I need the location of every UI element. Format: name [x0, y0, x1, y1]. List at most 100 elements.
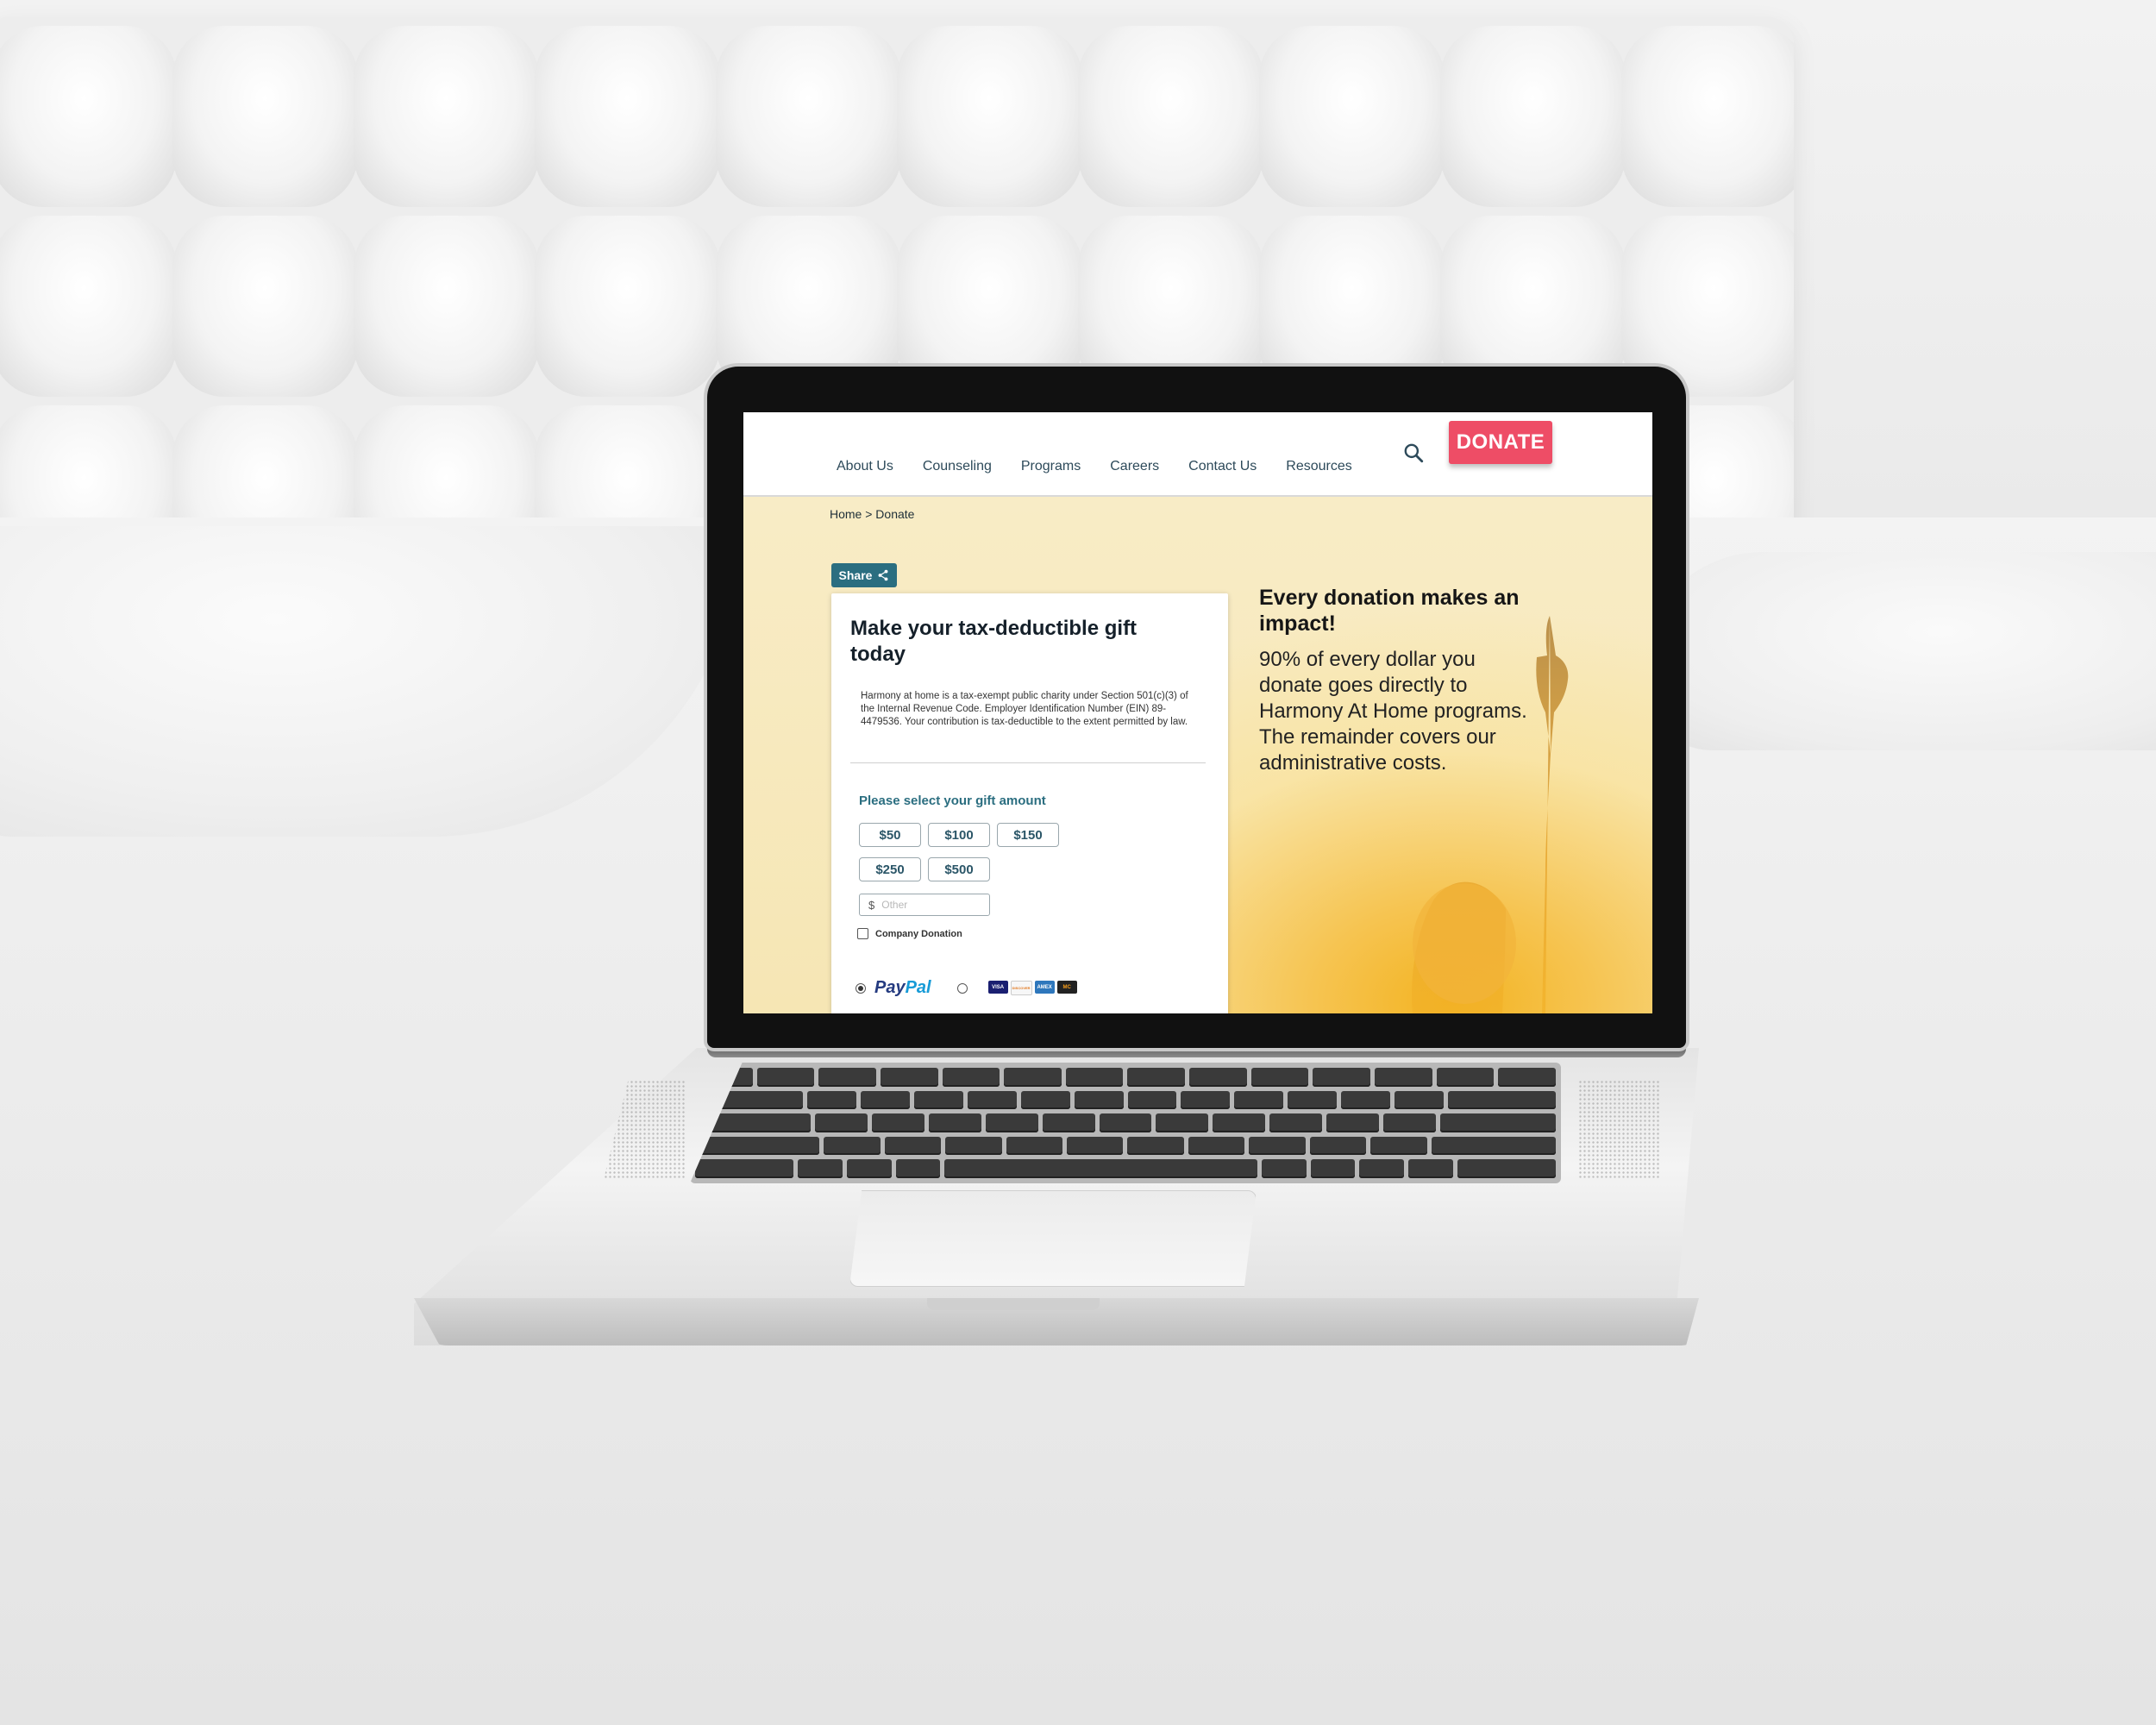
laptop-notch — [927, 1298, 1100, 1310]
keyboard-key — [1065, 1068, 1124, 1087]
keyboard-key — [1309, 1136, 1367, 1156]
keyboard-row — [695, 1159, 1557, 1178]
keyboard-key — [1234, 1090, 1284, 1110]
keyboard-row — [695, 1136, 1556, 1156]
nav-programs[interactable]: Programs — [1021, 459, 1081, 474]
keyboard-key — [861, 1090, 910, 1110]
keyboard — [690, 1063, 1561, 1183]
keyboard-key — [1127, 1068, 1186, 1087]
keyboard-key — [1310, 1159, 1356, 1178]
donate-button[interactable]: DONATE — [1449, 421, 1552, 464]
keyboard-key — [1127, 1136, 1184, 1156]
keyboard-key — [1067, 1136, 1124, 1156]
headboard-tuft — [1621, 26, 1794, 207]
keyboard-key — [1020, 1090, 1070, 1110]
search-icon[interactable] — [1402, 442, 1425, 464]
keyboard-key — [942, 1068, 1000, 1087]
keyboard-key — [1004, 1068, 1062, 1087]
mastercard-logo: MC — [1056, 981, 1077, 994]
discover-logo: DISCOVER — [1010, 981, 1032, 995]
laptop-screen: About Us Counseling Programs Careers Con… — [743, 412, 1652, 1013]
keyboard-key — [1313, 1068, 1371, 1087]
impact-heading: Every donation makes an impact! — [1259, 586, 1520, 636]
keyboard-key — [846, 1159, 892, 1178]
headboard-tuft — [354, 216, 539, 397]
keyboard-key — [884, 1136, 942, 1156]
amount-50-button[interactable]: $50 — [859, 823, 921, 847]
company-donation-checkbox[interactable] — [857, 928, 868, 939]
keyboard-key — [928, 1113, 981, 1132]
amount-150-button[interactable]: $150 — [997, 823, 1059, 847]
donation-form-card: Make your tax-deductible gift today Harm… — [831, 593, 1228, 1013]
keyboard-key — [1269, 1113, 1323, 1132]
amount-100-button[interactable]: $100 — [928, 823, 990, 847]
paypal-logo-pay: Pay — [874, 978, 906, 997]
nav-counseling[interactable]: Counseling — [923, 459, 992, 474]
company-donation-row[interactable]: Company Donation — [857, 928, 962, 939]
keyboard-key — [1431, 1136, 1556, 1156]
share-button[interactable]: Share — [831, 563, 897, 587]
keyboard-key — [1181, 1090, 1231, 1110]
other-amount-placeholder: Other — [881, 899, 908, 911]
keyboard-key — [1383, 1113, 1436, 1132]
keyboard-key — [1074, 1090, 1124, 1110]
credit-card-radio[interactable] — [956, 982, 968, 994]
nav-about-us[interactable]: About Us — [837, 459, 893, 474]
keyboard-key — [871, 1113, 924, 1132]
headboard-tuft — [0, 216, 177, 397]
keyboard-key — [1408, 1159, 1454, 1178]
keyboard-key — [807, 1090, 857, 1110]
keyboard-key — [1189, 1068, 1247, 1087]
keyboard-key — [824, 1136, 881, 1156]
nav-resources[interactable]: Resources — [1286, 459, 1351, 474]
keyboard-key — [1006, 1136, 1062, 1156]
keyboard-key — [1375, 1068, 1432, 1087]
keyboard-key — [815, 1113, 868, 1132]
keyboard-key — [1341, 1090, 1390, 1110]
keyboard-key — [1288, 1090, 1338, 1110]
headboard-tuft — [354, 26, 539, 207]
keyboard-key — [1099, 1113, 1152, 1132]
headboard-tuft — [897, 26, 1082, 207]
headboard-tuft — [1078, 26, 1263, 207]
keyboard-key — [818, 1068, 876, 1087]
nav-contact-us[interactable]: Contact Us — [1188, 459, 1257, 474]
keyboard-key — [1370, 1136, 1427, 1156]
visa-logo: VISA — [987, 981, 1008, 994]
keyboard-key — [695, 1159, 793, 1178]
keyboard-key — [880, 1068, 938, 1087]
breadcrumb[interactable]: Home > Donate — [830, 507, 914, 521]
keyboard-key — [1261, 1159, 1307, 1178]
keyboard-key — [1439, 1113, 1556, 1132]
share-label: Share — [838, 568, 873, 582]
nav-careers[interactable]: Careers — [1110, 459, 1159, 474]
keyboard-key — [895, 1159, 941, 1178]
keyboard-key — [1213, 1113, 1266, 1132]
trackpad[interactable] — [849, 1190, 1257, 1287]
amex-logo: AMEX — [1034, 981, 1055, 994]
headboard-tuft — [1259, 26, 1445, 207]
other-amount-input[interactable]: $ Other — [859, 894, 990, 916]
amount-500-button[interactable]: $500 — [928, 857, 990, 881]
keyboard-key — [944, 1159, 1257, 1178]
paypal-logo-pal: Pal — [905, 978, 931, 997]
keyboard-key — [797, 1159, 843, 1178]
keyboard-key — [1457, 1159, 1557, 1178]
form-title: Make your tax-deductible gift today — [850, 617, 1138, 666]
keyboard-key — [1498, 1068, 1556, 1087]
keyboard-key — [1250, 1068, 1309, 1087]
headboard-tuft — [1440, 26, 1626, 207]
keyboard-key — [945, 1136, 1002, 1156]
paypal-radio[interactable] — [856, 982, 866, 994]
keyboard-key — [756, 1068, 815, 1087]
duvet-fold-right — [1639, 552, 2156, 750]
paypal-logo: PayPal — [874, 978, 931, 998]
currency-prefix: $ — [868, 898, 875, 912]
keyboard-key — [1127, 1090, 1177, 1110]
keyboard-key — [967, 1090, 1017, 1110]
keyboard-key — [1447, 1090, 1556, 1110]
keyboard-row — [695, 1113, 1556, 1132]
keyboard-key — [1394, 1090, 1444, 1110]
amount-250-button[interactable]: $250 — [859, 857, 921, 881]
keyboard-key — [1326, 1113, 1380, 1132]
